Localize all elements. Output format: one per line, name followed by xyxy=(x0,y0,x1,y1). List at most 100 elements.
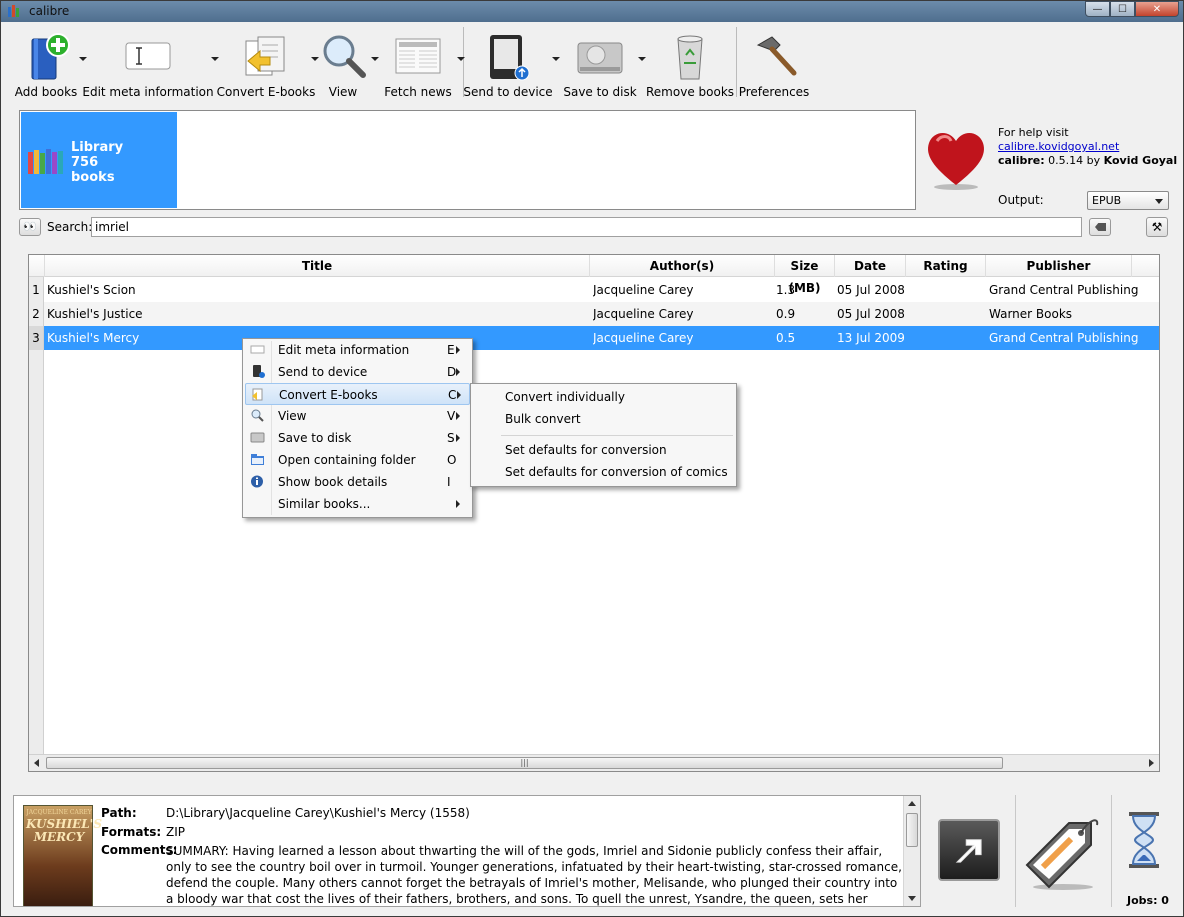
view-dropdown-icon[interactable] xyxy=(371,57,379,61)
preferences-label: Preferences xyxy=(738,85,810,99)
cell-size: 0.9 xyxy=(776,307,796,321)
library-panel: Library 756 books xyxy=(19,110,916,210)
table-row[interactable]: 2 Kushiel's Justice Jacqueline Carey 0.9… xyxy=(29,302,1159,326)
tag-icon[interactable] xyxy=(1019,809,1105,891)
scroll-thumb[interactable] xyxy=(906,813,918,847)
add-books-icon xyxy=(31,33,70,80)
menu-item-send-to-device[interactable]: Send to device D xyxy=(245,361,470,383)
convert-button[interactable]: Convert E-books xyxy=(217,25,319,99)
window-title: calibre xyxy=(29,4,70,18)
scroll-thumb[interactable]: ||| xyxy=(46,757,1003,769)
scroll-right-icon[interactable] xyxy=(1149,759,1154,767)
app-version: 0.5.14 by xyxy=(1044,154,1104,167)
output-format-select[interactable]: EPUB xyxy=(1087,191,1169,210)
author-name: Kovid Goyal xyxy=(1103,154,1178,167)
menu-item-conversion-defaults[interactable]: Set defaults for conversion xyxy=(505,439,667,461)
col-rating[interactable]: Rating xyxy=(906,255,986,277)
save-to-disk-dropdown-icon[interactable] xyxy=(638,57,646,61)
main-toolbar: Add books Edit meta information Convert … xyxy=(11,25,810,101)
edit-meta-dropdown-icon[interactable] xyxy=(211,57,219,61)
formats-value: ZIP xyxy=(166,825,185,839)
menu-item-bulk-convert[interactable]: Bulk convert xyxy=(505,408,581,430)
menu-item-convert-individually[interactable]: Convert individually xyxy=(505,386,625,408)
device-icon xyxy=(490,35,530,81)
open-arrow-icon[interactable] xyxy=(938,819,1000,881)
donate-heart-icon[interactable] xyxy=(923,127,989,191)
book-cover[interactable]: JACQUELINE CAREY KUSHIEL'S MERCY xyxy=(23,805,103,906)
chevron-down-icon xyxy=(1155,199,1163,204)
info-icon xyxy=(251,475,263,488)
table-row-selected[interactable]: 3 Kushiel's Mercy Jacqueline Carey 0.5 1… xyxy=(29,326,1159,350)
menu-item-open-folder[interactable]: Open containing folder O xyxy=(245,449,470,471)
row-number: 2 xyxy=(29,302,44,326)
menu-item-view[interactable]: View V xyxy=(245,405,470,427)
cell-publisher: Grand Central Publishing xyxy=(989,283,1139,297)
cell-title: Kushiel's Justice xyxy=(47,307,143,321)
help-link[interactable]: calibre.kovidgoyal.net xyxy=(998,140,1119,153)
path-label: Path: xyxy=(101,806,137,820)
send-to-device-button[interactable]: Send to device xyxy=(463,25,560,99)
binoculars-icon[interactable]: 👀 xyxy=(19,218,41,236)
book-table: Title Author(s) Size (MB) Date Rating Pu… xyxy=(28,254,1160,772)
books-icon xyxy=(28,149,63,174)
help-prefix: For help visit xyxy=(998,126,1069,139)
add-books-label: Add books xyxy=(14,85,78,99)
submenu-arrow-icon xyxy=(456,346,460,354)
edit-meta-button[interactable]: Edit meta information xyxy=(82,25,219,99)
maximize-button[interactable]: ☐ xyxy=(1110,1,1135,17)
horizontal-scrollbar[interactable]: ||| xyxy=(29,754,1159,771)
menu-item-label: Similar books... xyxy=(278,497,371,511)
col-publisher[interactable]: Publisher xyxy=(986,255,1132,277)
advanced-search-icon[interactable]: ⚒ xyxy=(1146,217,1168,237)
hourglass-icon[interactable] xyxy=(1127,811,1161,869)
menu-item-save-to-disk[interactable]: Save to disk S xyxy=(245,427,470,449)
cover-title: KUSHIEL'S MERCY xyxy=(26,817,103,844)
add-books-dropdown-icon[interactable] xyxy=(79,57,87,61)
vertical-scrollbar[interactable] xyxy=(903,796,920,906)
menu-item-book-details[interactable]: Show book details I xyxy=(245,471,470,493)
scroll-up-icon[interactable] xyxy=(908,801,916,806)
menu-item-convert[interactable]: Convert E-books C xyxy=(245,383,470,405)
table-row[interactable]: 1 Kushiel's Scion Jacqueline Carey 1.3 0… xyxy=(29,278,1159,302)
preferences-button[interactable]: Preferences xyxy=(738,25,810,99)
menu-item-label: Send to device xyxy=(278,365,368,379)
remove-books-button[interactable]: Remove books xyxy=(646,25,734,99)
cell-size: 0.5 xyxy=(776,331,796,345)
menu-item-similar-books[interactable]: Similar books... xyxy=(245,493,470,515)
col-title[interactable]: Title xyxy=(45,255,590,277)
fetch-news-dropdown-icon[interactable] xyxy=(457,57,465,61)
menu-item-label: Show book details xyxy=(278,475,388,489)
magnifier-icon xyxy=(323,35,366,78)
clear-search-icon[interactable] xyxy=(1089,218,1111,236)
submenu-arrow-icon xyxy=(456,434,460,442)
title-bar[interactable]: calibre — ☐ ✕ xyxy=(1,1,1183,22)
edit-icon xyxy=(250,345,265,354)
fetch-news-button[interactable]: Fetch news xyxy=(383,25,465,99)
book-details-panel: JACQUELINE CAREY KUSHIEL'S MERCY Path: D… xyxy=(13,795,921,907)
col-date[interactable]: Date xyxy=(835,255,906,277)
menu-item-comics-defaults[interactable]: Set defaults for conversion of comics xyxy=(505,461,728,483)
col-size[interactable]: Size (MB) xyxy=(775,255,835,295)
toolbar-separator xyxy=(736,27,737,97)
search-input[interactable] xyxy=(91,217,1082,237)
disk-icon xyxy=(250,432,265,443)
jobs-count[interactable]: Jobs: 0 xyxy=(1127,894,1169,907)
scroll-down-icon[interactable] xyxy=(908,896,916,901)
add-books-button[interactable]: Add books xyxy=(11,25,87,99)
device-icon xyxy=(253,365,265,378)
menu-separator xyxy=(501,435,733,436)
col-authors[interactable]: Author(s) xyxy=(590,255,775,277)
library-text: Library 756 books xyxy=(71,140,123,185)
send-to-device-dropdown-icon[interactable] xyxy=(552,57,560,61)
minimize-button[interactable]: — xyxy=(1085,1,1110,17)
close-button[interactable]: ✕ xyxy=(1135,1,1179,17)
scroll-left-icon[interactable] xyxy=(34,759,39,767)
app-name: calibre: xyxy=(998,154,1045,167)
menu-item-edit-meta[interactable]: Edit meta information E xyxy=(245,339,470,361)
save-to-disk-button[interactable]: Save to disk xyxy=(563,25,646,99)
edit-meta-icon xyxy=(125,42,171,70)
cell-date: 13 Jul 2009 xyxy=(837,331,905,345)
library-tile[interactable]: Library 756 books xyxy=(21,112,177,208)
view-button[interactable]: View xyxy=(319,25,379,99)
cover-author: JACQUELINE CAREY xyxy=(26,809,92,816)
